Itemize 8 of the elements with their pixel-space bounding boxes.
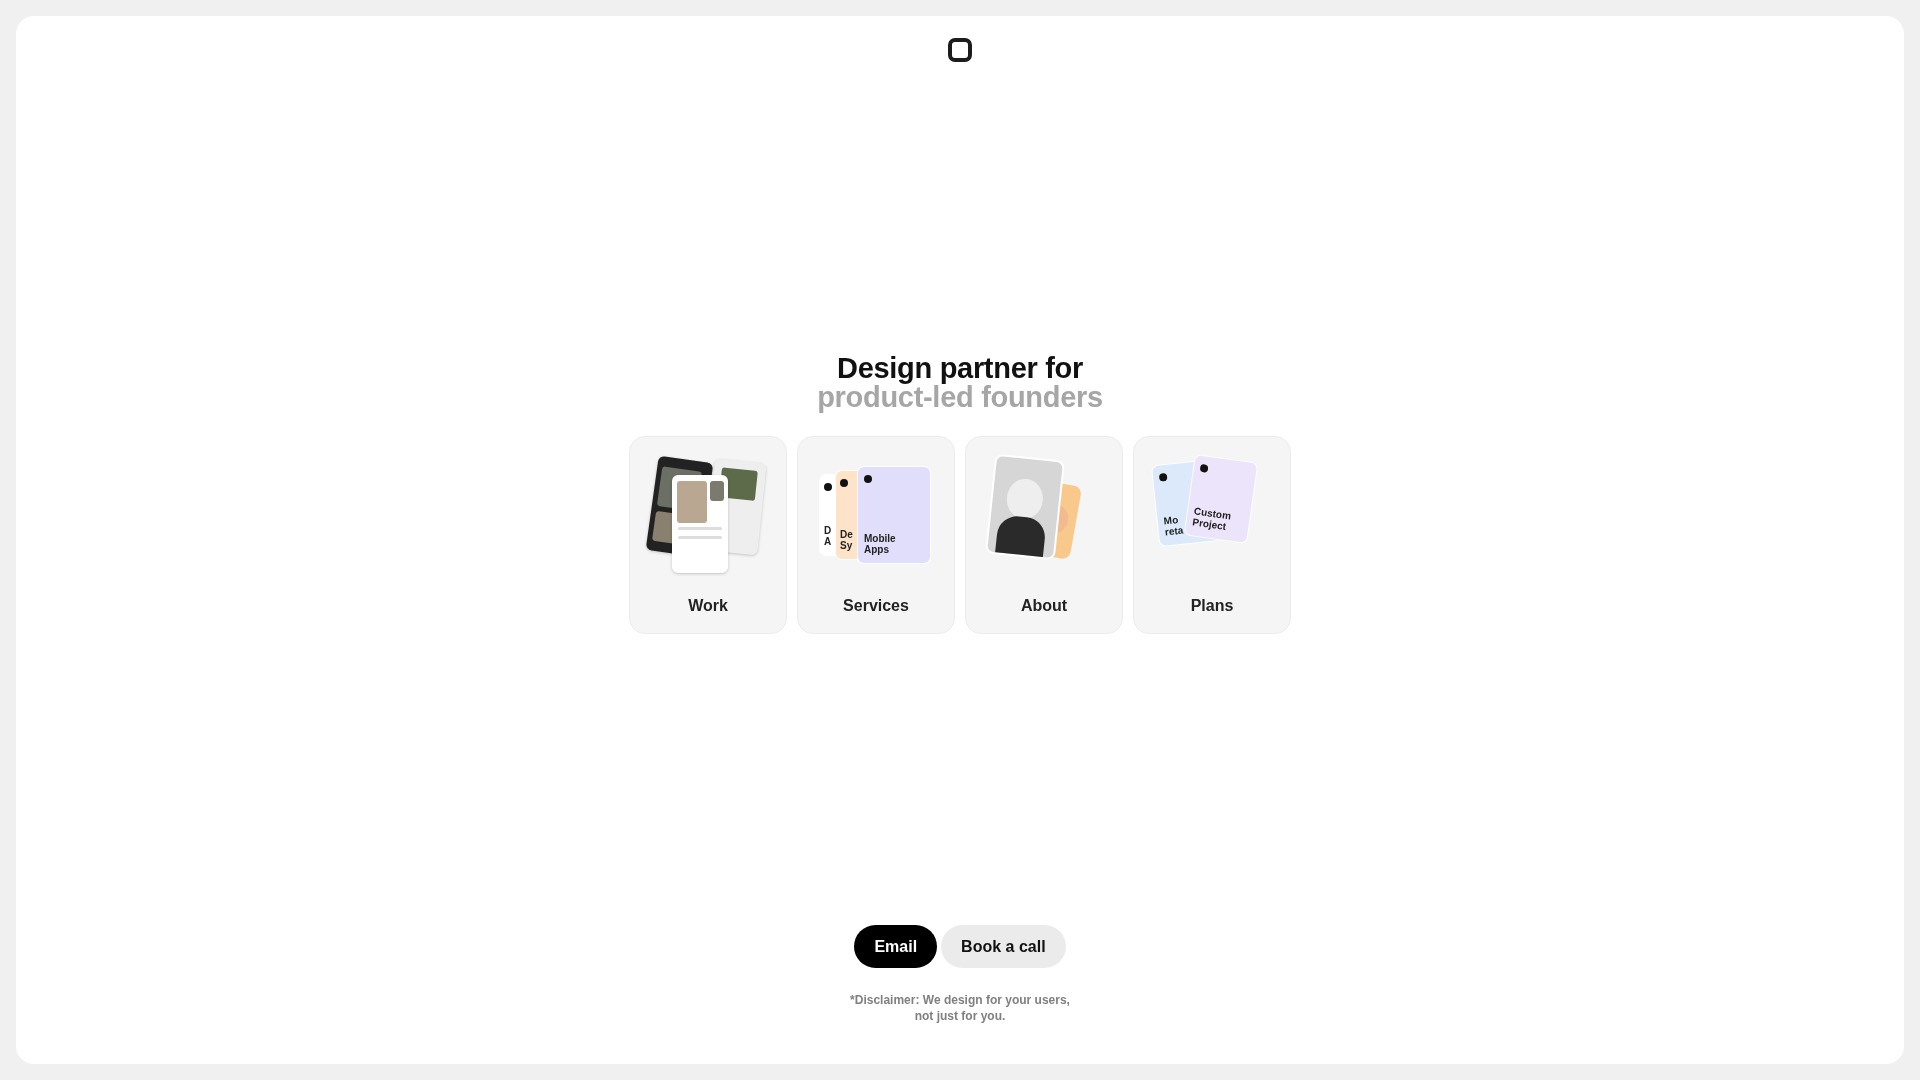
logo-icon[interactable] [948, 38, 972, 62]
book-call-button[interactable]: Book a call [941, 925, 1066, 968]
plan-sheet: Custom Project [1184, 454, 1258, 543]
email-button[interactable]: Email [854, 925, 938, 968]
service-sheet: Mobile Apps [858, 466, 930, 563]
nav-card[interactable]: About [965, 435, 1123, 634]
nav-card[interactable]: Work [629, 435, 787, 634]
disclaimer-text: *Disclaimer: We design for your users, not just for you. [850, 992, 1070, 1024]
